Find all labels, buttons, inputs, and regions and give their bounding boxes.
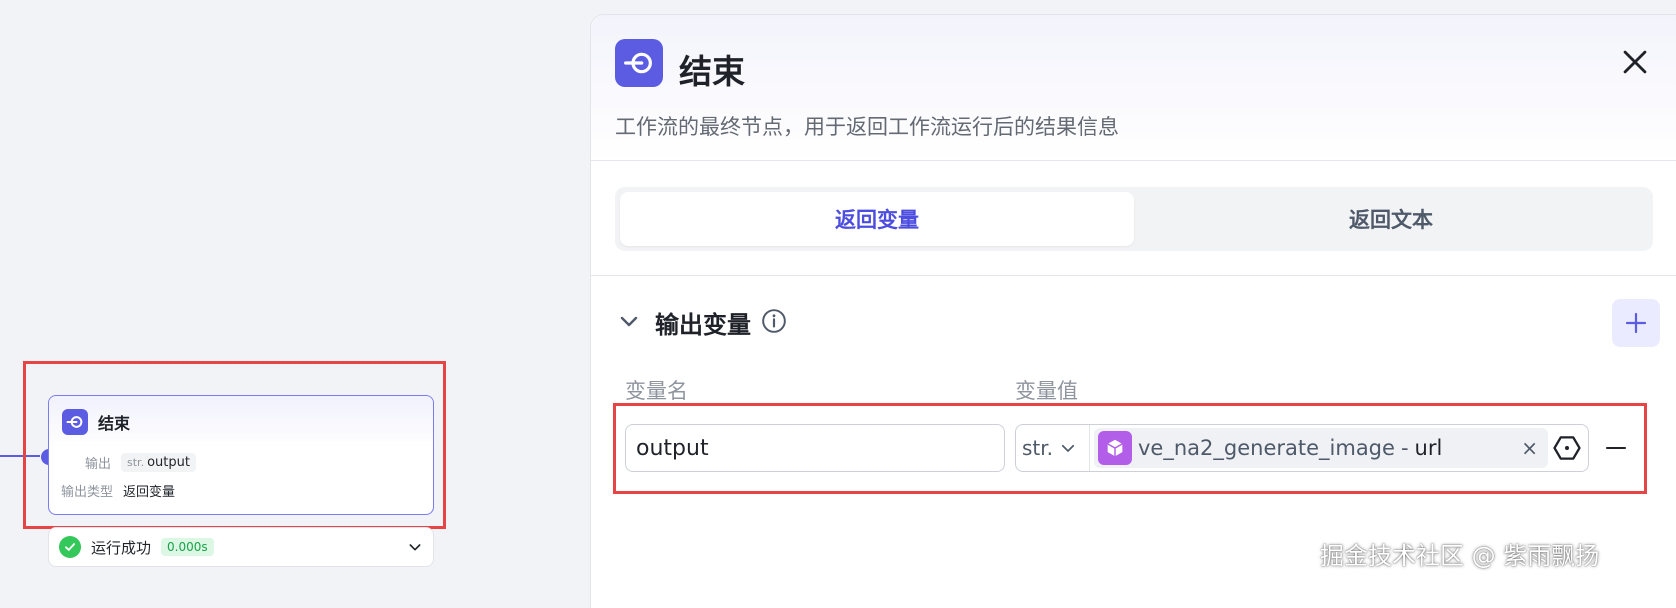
tab-return-variable[interactable]: 返回变量 (620, 192, 1134, 246)
variable-value-field[interactable]: str. ve_na2_generate_image - url × (1015, 424, 1589, 472)
column-header-value: 变量值 (1015, 379, 1078, 403)
chevron-down-icon[interactable] (617, 309, 641, 337)
variable-picker-hexagon-icon[interactable] (1552, 433, 1582, 463)
minus-icon (1606, 447, 1626, 449)
node-highlight-box (23, 361, 446, 529)
run-status-text: 运行成功 (91, 538, 152, 557)
reference-node-name: ve_na2_generate_image (1138, 436, 1395, 460)
end-node-panel: 结束 工作流的最终节点，用于返回工作流运行后的结果信息 返回变量 返回文本 输出… (590, 14, 1676, 608)
clear-reference-button[interactable]: × (1521, 436, 1538, 460)
chevron-down-icon[interactable] (407, 539, 423, 559)
panel-header: 结束 工作流的最终节点，用于返回工作流运行后的结果信息 (591, 15, 1676, 161)
info-icon[interactable] (761, 308, 787, 338)
add-variable-button[interactable] (1612, 299, 1660, 347)
type-select[interactable]: str. (1016, 425, 1090, 471)
panel-description: 工作流的最终节点，用于返回工作流运行后的结果信息 (615, 115, 1119, 139)
type-select-value: str. (1022, 436, 1054, 460)
variable-name-input[interactable] (625, 424, 1005, 472)
return-mode-tabs: 返回变量 返回文本 (615, 187, 1653, 251)
tab-return-text[interactable]: 返回文本 (1134, 192, 1648, 246)
watermark: 掘金技术社区 @ 紫雨飘扬 (1320, 542, 1600, 570)
plus-icon (1625, 312, 1647, 334)
workflow-canvas[interactable]: 结束 输出 str. output 输出类型 返回变量 运行成功 0.000s (0, 0, 592, 608)
column-header-name: 变量名 (625, 379, 688, 403)
variable-reference-chip[interactable]: ve_na2_generate_image - url × (1094, 428, 1548, 468)
remove-variable-button[interactable] (1603, 433, 1629, 463)
panel-title: 结束 (679, 52, 745, 91)
reference-field-name: url (1414, 436, 1443, 460)
section-divider (591, 275, 1676, 276)
output-vars-section-header[interactable]: 输出变量 (617, 305, 787, 340)
section-title: 输出变量 (655, 311, 751, 339)
cube-icon (1098, 431, 1132, 465)
end-node-icon (615, 39, 663, 87)
run-status-bar[interactable]: 运行成功 0.000s (48, 527, 434, 567)
chevron-down-icon (1061, 444, 1075, 452)
reference-separator: - (1400, 436, 1409, 460)
success-check-icon (59, 536, 81, 558)
close-icon[interactable] (1618, 45, 1652, 79)
run-time-badge: 0.000s (161, 538, 214, 556)
